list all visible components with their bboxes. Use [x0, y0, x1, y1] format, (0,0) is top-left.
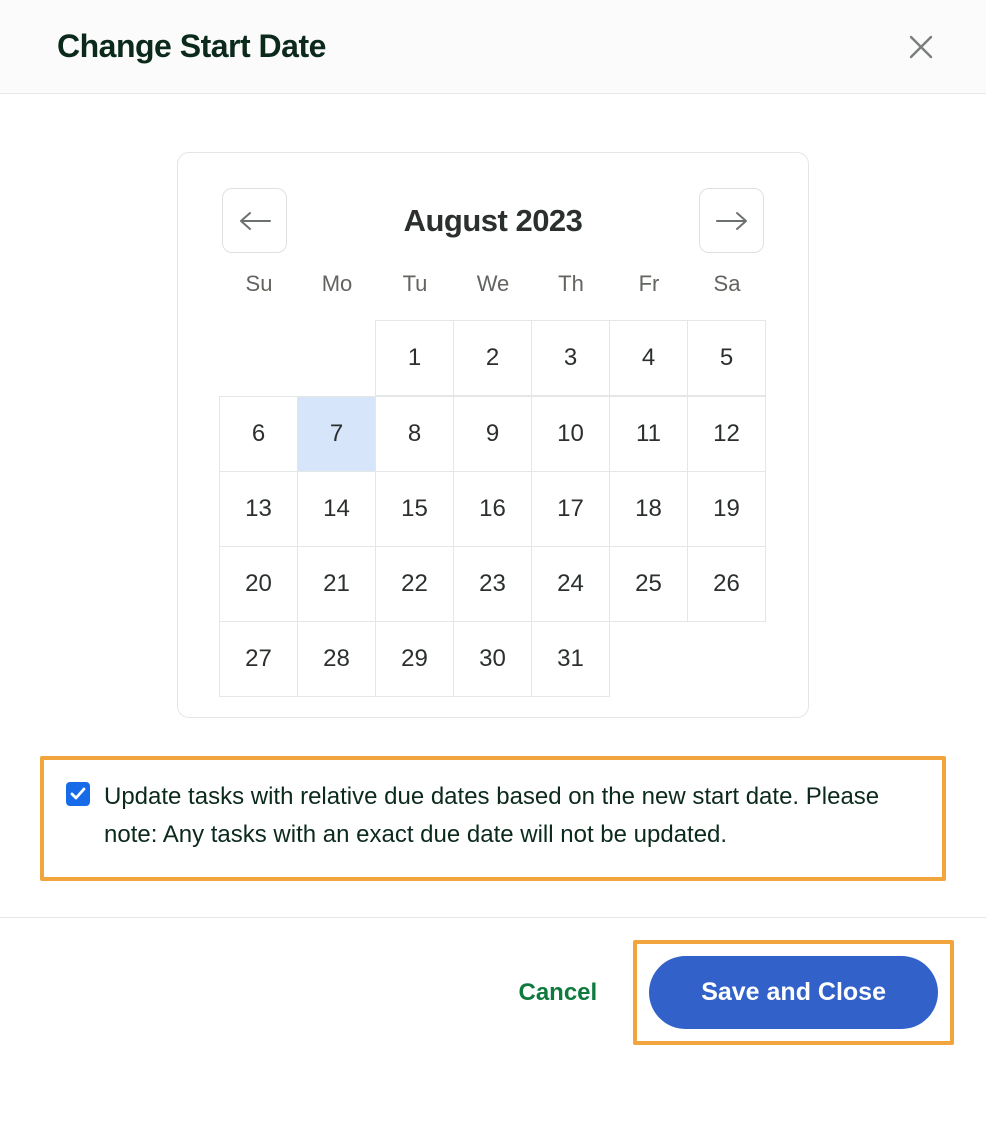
dialog-footer: Cancel Save and Close: [0, 917, 986, 1063]
arrow-right-icon: [715, 211, 749, 231]
calendar-day[interactable]: 5: [687, 320, 766, 396]
calendar-day[interactable]: 15: [375, 471, 454, 547]
dialog-body: August 2023 SuMoTuWeThFrSa 1234567891011…: [0, 94, 986, 881]
calendar-day[interactable]: 6: [219, 396, 298, 472]
close-icon[interactable]: [908, 34, 934, 60]
calendar-day[interactable]: 31: [531, 621, 610, 697]
calendar-weekday: Tu: [376, 271, 454, 297]
calendar-day[interactable]: 1: [375, 320, 454, 396]
prev-month-button[interactable]: [222, 188, 287, 253]
calendar-weekday-row: SuMoTuWeThFrSa: [222, 271, 764, 297]
calendar-weekday: We: [454, 271, 532, 297]
calendar-day[interactable]: 24: [531, 546, 610, 622]
update-tasks-option: Update tasks with relative due dates bas…: [40, 756, 946, 881]
calendar-day[interactable]: 28: [297, 621, 376, 697]
cancel-button[interactable]: Cancel: [518, 979, 597, 1007]
calendar-weekday: Su: [220, 271, 298, 297]
calendar-weekday: Mo: [298, 271, 376, 297]
calendar-nav: August 2023: [222, 188, 764, 253]
calendar-day[interactable]: 18: [609, 471, 688, 547]
calendar-card: August 2023 SuMoTuWeThFrSa 1234567891011…: [177, 152, 809, 718]
calendar-day[interactable]: 8: [375, 396, 454, 472]
calendar-day[interactable]: 23: [453, 546, 532, 622]
calendar-day[interactable]: 19: [687, 471, 766, 547]
calendar-day[interactable]: 10: [531, 396, 610, 472]
calendar-day[interactable]: 16: [453, 471, 532, 547]
calendar-day[interactable]: 3: [531, 320, 610, 396]
calendar-day[interactable]: 17: [531, 471, 610, 547]
calendar-weekday: Th: [532, 271, 610, 297]
calendar-day[interactable]: 9: [453, 396, 532, 472]
calendar-empty-cell: [220, 321, 298, 397]
calendar-day[interactable]: 30: [453, 621, 532, 697]
calendar-day[interactable]: 29: [375, 621, 454, 697]
calendar-day[interactable]: 14: [297, 471, 376, 547]
calendar-grid: 1234567891011121314151617181920212223242…: [220, 321, 766, 697]
calendar-weekday: Fr: [610, 271, 688, 297]
calendar-day[interactable]: 25: [609, 546, 688, 622]
update-tasks-checkbox[interactable]: [66, 782, 90, 806]
calendar-day[interactable]: 22: [375, 546, 454, 622]
calendar-day[interactable]: 21: [297, 546, 376, 622]
save-and-close-button[interactable]: Save and Close: [649, 956, 938, 1029]
check-icon: [70, 787, 86, 801]
next-month-button[interactable]: [699, 188, 764, 253]
update-tasks-label: Update tasks with relative due dates bas…: [104, 778, 920, 853]
calendar-day[interactable]: 12: [687, 396, 766, 472]
calendar-month-label: August 2023: [404, 203, 583, 239]
calendar-day[interactable]: 11: [609, 396, 688, 472]
calendar-day[interactable]: 2: [453, 320, 532, 396]
calendar-weekday: Sa: [688, 271, 766, 297]
calendar-empty-cell: [298, 321, 376, 397]
calendar-day[interactable]: 4: [609, 320, 688, 396]
calendar-day[interactable]: 7: [297, 396, 376, 472]
calendar-day[interactable]: 20: [219, 546, 298, 622]
dialog-header: Change Start Date: [0, 0, 986, 94]
arrow-left-icon: [238, 211, 272, 231]
dialog-title: Change Start Date: [57, 28, 326, 65]
calendar-day[interactable]: 13: [219, 471, 298, 547]
calendar-day[interactable]: 26: [687, 546, 766, 622]
calendar-day[interactable]: 27: [219, 621, 298, 697]
primary-button-highlight: Save and Close: [633, 940, 954, 1045]
